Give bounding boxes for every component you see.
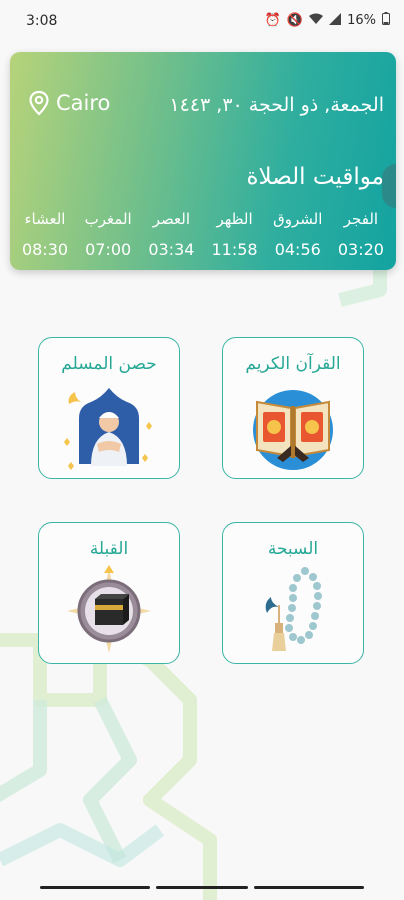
- tasbih-tile[interactable]: السبحة: [222, 522, 364, 664]
- nav-segment: [40, 886, 150, 889]
- wifi-icon: [309, 13, 324, 29]
- alarm-icon: ⏰: [264, 13, 281, 28]
- tasbih-tile-label: السبحة: [267, 539, 319, 559]
- battery-percent: 16%: [347, 13, 376, 28]
- battery-icon: [382, 12, 390, 29]
- qibla-tile-label: القبلة: [89, 539, 129, 559]
- status-time: 3:08: [26, 13, 58, 29]
- hisn-muslim-tile[interactable]: حصن المسلم: [38, 337, 180, 479]
- mute-icon: 🔇: [286, 13, 304, 28]
- prayer-name: العشاء: [24, 210, 66, 228]
- prayer-time: 08:30: [21, 240, 69, 259]
- location-city: Cairo: [56, 91, 111, 115]
- prayer-name: العصر: [152, 210, 190, 228]
- hisn-muslim-tile-label: حصن المسلم: [61, 354, 157, 374]
- prayer-beads-icon: [265, 567, 322, 651]
- prayer-times-row: الفجر 03:20 الشروق 04:56 الظهر 11:58 الع…: [16, 210, 390, 259]
- location[interactable]: Cairo: [28, 90, 110, 116]
- prayer-name: المغرب: [84, 210, 132, 228]
- prayer-times-card[interactable]: Cairo الجمعة, ذو الحجة ٣٠, ١٤٤٣ مواقيت ا…: [10, 52, 396, 270]
- nav-segment: [254, 886, 364, 889]
- signal-icon: [329, 12, 342, 29]
- location-pin-icon: [29, 90, 49, 116]
- prayer-name: الظهر: [216, 210, 253, 228]
- hijri-date: الجمعة, ذو الحجة ٣٠, ١٤٤٣: [169, 94, 384, 116]
- qibla-tile[interactable]: القبلة: [38, 522, 180, 664]
- prayer-fajr: الفجر 03:20: [332, 210, 390, 259]
- prayer-name: الفجر: [343, 210, 379, 228]
- quran-book-icon: [253, 390, 333, 470]
- prayer-shuruq: الشروق 04:56: [269, 210, 327, 259]
- prayer-time: 04:56: [274, 240, 321, 259]
- side-drawer-handle[interactable]: [382, 164, 396, 208]
- prayer-name: الشروق: [273, 210, 323, 228]
- prayer-times-title: مواقيت الصلاة: [246, 164, 384, 190]
- gesture-nav-bar: [40, 886, 364, 889]
- status-bar: 3:08 ⏰ 🔇 16%: [0, 0, 404, 44]
- prayer-time: 11:58: [211, 240, 258, 259]
- quran-tile[interactable]: القرآن الكريم: [222, 337, 364, 479]
- prayer-time: 03:34: [148, 240, 195, 259]
- praying-man-icon: [64, 388, 152, 470]
- prayer-isha: العشاء 08:30: [16, 210, 74, 259]
- nav-segment: [156, 886, 248, 889]
- status-icons: ⏰ 🔇 16%: [265, 12, 390, 29]
- quran-tile-label: القرآن الكريم: [245, 354, 341, 374]
- prayer-maghrib: المغرب 07:00: [79, 210, 137, 259]
- prayer-time: 07:00: [85, 240, 132, 259]
- prayer-asr: العصر 03:34: [142, 210, 200, 259]
- prayer-dhuhr: الظهر 11:58: [206, 210, 264, 259]
- prayer-time: 03:20: [337, 240, 384, 259]
- qibla-compass-icon: [67, 565, 151, 653]
